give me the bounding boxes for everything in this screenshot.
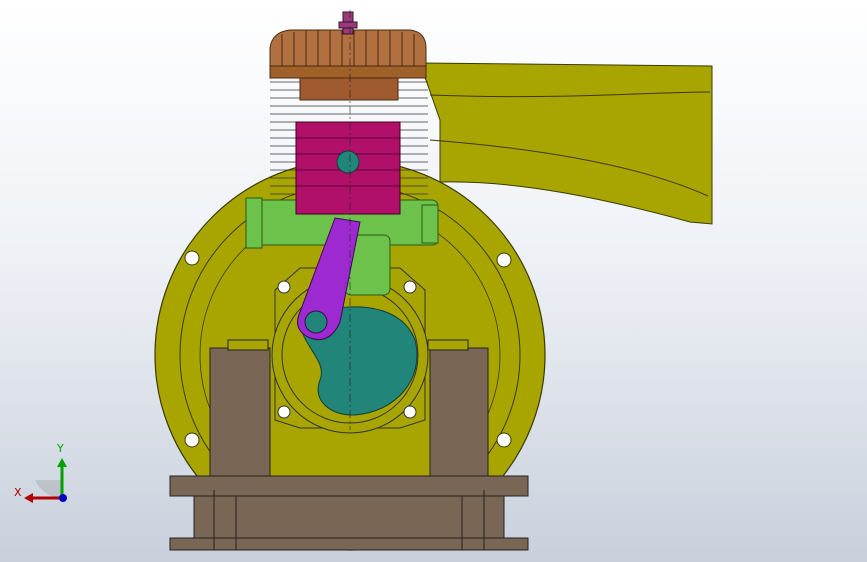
engine-assembly-model[interactable]	[0, 0, 867, 562]
reference-triad: Y X	[14, 442, 67, 503]
x-axis-label: X	[14, 486, 22, 499]
z-axis-dot	[59, 494, 67, 502]
graphics-viewport[interactable]: Y X	[0, 0, 867, 562]
cylinder-head[interactable]	[269, 29, 427, 101]
cylinder-block[interactable]	[295, 121, 401, 215]
y-axis-label: Y	[56, 442, 64, 455]
